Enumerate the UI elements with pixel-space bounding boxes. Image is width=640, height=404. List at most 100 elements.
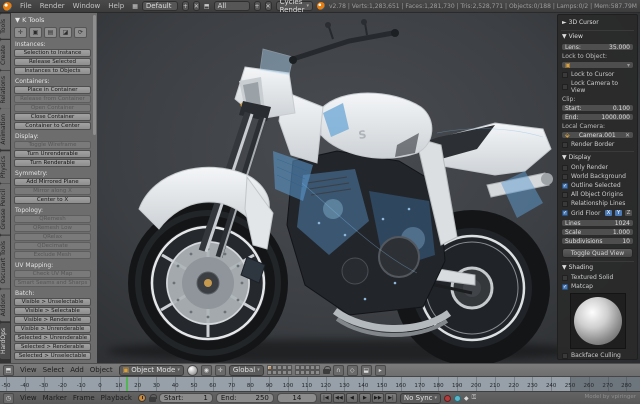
scene-delete-button[interactable]: ✕ (265, 1, 272, 11)
toggle-quad-view-button[interactable]: Toggle Quad View (562, 248, 633, 258)
editor-type-icon[interactable]: ⬒ (3, 365, 14, 376)
shelf-button-visible-selectable[interactable]: Visible > Selectable (14, 307, 91, 315)
shelf-button-container-to-center[interactable]: Container to Center (14, 122, 91, 130)
display-section-header[interactable]: ▼ Display (561, 152, 634, 163)
viewport-menu-select[interactable]: Select (40, 365, 68, 375)
render-engine-selector[interactable]: Cycles Render ▾ (276, 1, 313, 11)
snap-magnet-icon[interactable]: ∩ (333, 365, 344, 376)
mode-selector[interactable]: ▣ Object Mode ▾ (119, 365, 184, 376)
shelf-button-qdecimate[interactable]: QDecimate (14, 242, 91, 250)
render-opengl-icon[interactable]: ⬓ (361, 365, 372, 376)
shelf-button-visible-renderable[interactable]: Visible > Renderable (14, 316, 91, 324)
shelf-tab-relations[interactable]: Relations (0, 71, 10, 109)
refresh-icon[interactable]: ⟳ (74, 27, 87, 38)
field-start[interactable]: Start:0.100 (561, 104, 634, 112)
screen-layout-selector[interactable]: Default (142, 1, 178, 11)
shelf-button-selected-unselectable[interactable]: Selected > Unselectable (14, 352, 91, 360)
lock-time-icon[interactable] (149, 394, 156, 402)
shelf-tab-create[interactable]: Create (0, 40, 10, 70)
checkbox-lock-camera-to-view[interactable] (562, 84, 568, 90)
menu-render[interactable]: Render (36, 1, 69, 11)
screen-layout-icon[interactable]: ▦ (132, 3, 138, 10)
shelf-button-close-container[interactable]: Close Container (14, 113, 91, 121)
shelf-button-qrelax[interactable]: QRelax (14, 233, 91, 241)
menu-file[interactable]: File (16, 1, 36, 11)
viewport-menu-view[interactable]: View (17, 365, 40, 375)
shelf-button-smart-seams-and-sharps[interactable]: Smart Seams and Sharps (14, 279, 91, 287)
render-anim-icon[interactable]: ▸ (375, 365, 386, 376)
shelf-button-visible-unselectable[interactable]: Visible > Unselectable (14, 298, 91, 306)
shelf-button-turn-unrenderable[interactable]: Turn Unrenderable (14, 150, 91, 158)
keying-set-icon[interactable]: ⚿ (472, 394, 477, 402)
shelf-button-place-in-container[interactable]: Place in Container (14, 86, 91, 94)
timeline-editor-icon[interactable]: ◷ (3, 393, 14, 404)
sync-mode-selector[interactable]: No Sync ▾ (400, 393, 441, 404)
shelf-button-release-selected[interactable]: Release Selected (14, 58, 91, 66)
field-subdivisions[interactable]: Subdivisions10 (561, 237, 634, 245)
field-lines[interactable]: Lines1024 (561, 219, 634, 227)
clipboard-icon[interactable]: ▤ (44, 27, 57, 38)
layers-widget[interactable] (267, 365, 320, 375)
camera-field[interactable]: ⬙ Camera.001 ✕ (561, 131, 634, 139)
frame-start-field[interactable]: Start: 1 (159, 393, 213, 403)
shelf-button-qremesh[interactable]: QRemesh (14, 215, 91, 223)
cursor-panel-header[interactable]: ► 3D Cursor (561, 17, 634, 28)
checkbox-textured-solid[interactable] (562, 275, 568, 281)
timeline-menu-playback[interactable]: Playback (98, 393, 135, 403)
jump-start-button[interactable]: |◀ (320, 393, 332, 403)
shelf-button-qremesh-low[interactable]: QRemesh Low (14, 224, 91, 232)
shelf-tab-animation[interactable]: Animation (0, 109, 10, 150)
manipulator-translate-icon[interactable]: ✛ (215, 365, 226, 376)
viewport-menu-add[interactable]: Add (67, 365, 87, 375)
checkbox-lock-to-cursor[interactable] (562, 72, 568, 78)
shelf-button-check-uv-map[interactable]: Check UV Map (14, 270, 91, 278)
field-end[interactable]: End:1000.000 (561, 113, 634, 121)
timeline-menu-frame[interactable]: Frame (70, 393, 98, 403)
scene-add-button[interactable]: + (254, 1, 261, 11)
shelf-tab-oscurart-tools[interactable]: Oscurart Tools (0, 236, 10, 289)
jump-end-button[interactable]: ▶| (385, 393, 397, 403)
transform-orientation-selector[interactable]: Global ▾ (229, 365, 264, 376)
prev-keyframe-button[interactable]: ◀◀ (333, 393, 345, 403)
checkbox-backface-culling[interactable] (562, 353, 568, 359)
layout-delete-button[interactable]: ✕ (193, 1, 200, 11)
auto-keyframe-icon[interactable]: ◆ (464, 395, 469, 402)
view-section-header[interactable]: ▼ View (561, 31, 634, 42)
grid-floor-checkbox[interactable]: ✓ (562, 210, 568, 216)
layer-cell[interactable] (315, 370, 320, 375)
checkbox-matcap[interactable]: ✓ (562, 284, 568, 290)
shelf-tab-grease-pencil[interactable]: Grease Pencil (0, 184, 10, 235)
shelf-button-selection-to-instance[interactable]: Selection to Instance (14, 49, 91, 57)
frame-end-field[interactable]: End: 250 (216, 393, 274, 403)
record-button[interactable] (444, 395, 451, 402)
layout-add-button[interactable]: + (182, 1, 189, 11)
next-keyframe-button[interactable]: ▶▶ (372, 393, 384, 403)
menu-window[interactable]: Window (69, 1, 105, 11)
play-reverse-button[interactable]: ◀ (346, 393, 358, 403)
cube-icon[interactable]: ▣ (29, 27, 42, 38)
menu-help[interactable]: Help (104, 1, 128, 11)
shelf-button-selected-renderable[interactable]: Selected > Renderable (14, 343, 91, 351)
shelf-button-selected-unrenderable[interactable]: Selected > Unrenderable (14, 334, 91, 342)
timeline-menu-marker[interactable]: Marker (40, 393, 70, 403)
tool-panel-title[interactable]: ▼ K Tools (14, 15, 91, 26)
eraser-icon[interactable]: ◪ (59, 27, 72, 38)
scene-selector[interactable]: All (214, 1, 250, 11)
blender-logo-icon[interactable] (3, 2, 12, 11)
scene-icon[interactable]: ⬒ (204, 3, 210, 10)
shading-section-header[interactable]: ▼ Shading (561, 262, 634, 273)
shelf-tab-physics[interactable]: Physics (0, 151, 10, 183)
checkbox-world-background[interactable] (562, 174, 568, 180)
field-scale[interactable]: Scale1.000 (561, 228, 634, 236)
shelf-tab-addons[interactable]: Addons (0, 289, 10, 321)
audio-sync-icon[interactable] (454, 395, 461, 402)
play-button[interactable]: ▶ (359, 393, 371, 403)
shelf-button-add-mirrored-plane[interactable]: Add Mirrored Plane (14, 178, 91, 186)
shelf-button-visible-unrenderable[interactable]: Visible > Unrenderable (14, 325, 91, 333)
lens-slider[interactable]: Lens: 35.000 (561, 43, 634, 51)
grab-icon[interactable]: ✛ (14, 27, 27, 38)
pivot-point-icon[interactable]: ◉ (201, 365, 212, 376)
shelf-button-exclude-mesh[interactable]: Exclude Mesh (14, 251, 91, 259)
shelf-tab-tools[interactable]: Tools (0, 14, 10, 39)
timeline-menu-view[interactable]: View (17, 393, 40, 403)
